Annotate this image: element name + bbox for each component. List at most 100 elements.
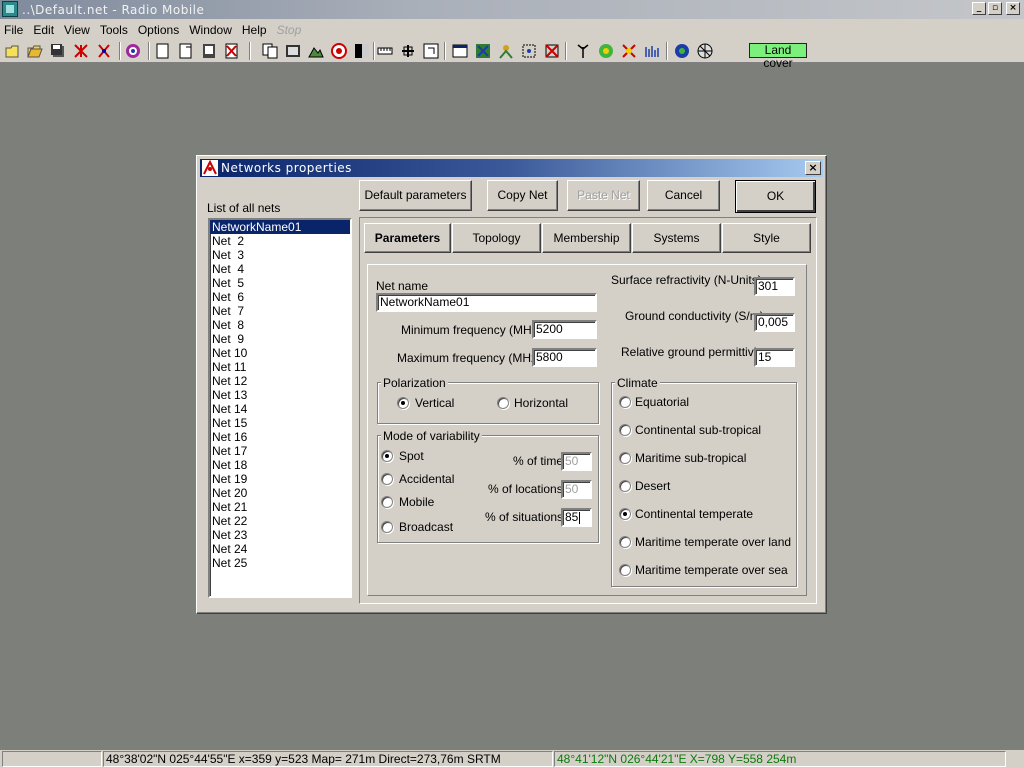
list-item[interactable]: Net 11 xyxy=(210,360,350,374)
print-icon[interactable] xyxy=(201,43,217,59)
route-icon[interactable] xyxy=(621,43,637,59)
window-icon[interactable] xyxy=(452,43,468,59)
variability-spot-radio[interactable] xyxy=(381,450,393,462)
map-properties-icon[interactable] xyxy=(178,43,194,59)
radio-link-icon[interactable] xyxy=(475,43,491,59)
ruler-icon[interactable] xyxy=(377,43,393,59)
close-button[interactable]: × xyxy=(1006,2,1020,15)
climate-radio[interactable] xyxy=(619,480,631,492)
list-item[interactable]: Net 3 xyxy=(210,248,350,262)
surface-refractivity-field[interactable]: 301 xyxy=(754,277,795,296)
cancel-button[interactable]: Cancel xyxy=(647,180,720,211)
menu-stop: Stop xyxy=(276,22,302,37)
tab-systems[interactable]: Systems xyxy=(632,223,721,253)
ground-conductivity-field[interactable]: 0,005 xyxy=(754,313,795,332)
dialog-close-button[interactable]: × xyxy=(805,161,821,175)
list-item[interactable]: Net 13 xyxy=(210,388,350,402)
tab-style[interactable]: Style xyxy=(722,223,811,253)
internet-icon[interactable] xyxy=(697,43,713,59)
globe-icon[interactable] xyxy=(125,43,141,59)
units-icon[interactable] xyxy=(96,43,112,59)
cartesian-coverage-icon[interactable] xyxy=(544,43,560,59)
climate-radio[interactable] xyxy=(619,508,631,520)
climate-radio[interactable] xyxy=(619,564,631,576)
list-item[interactable]: Net 19 xyxy=(210,472,350,486)
list-item[interactable]: Net 8 xyxy=(210,318,350,332)
list-item[interactable]: Net 6 xyxy=(210,290,350,304)
tab-parameters[interactable]: Parameters xyxy=(364,223,451,253)
list-item[interactable]: Net 20 xyxy=(210,486,350,500)
polarization-vertical-radio[interactable] xyxy=(397,397,409,409)
variability-accidental-radio[interactable] xyxy=(381,473,393,485)
elevation-icon[interactable] xyxy=(308,43,324,59)
list-item[interactable]: Net 9 xyxy=(210,332,350,346)
list-item[interactable]: Net 15 xyxy=(210,416,350,430)
status-bar: 48°38'02"N 025°44'55"E x=359 y=523 Map= … xyxy=(0,750,1024,768)
list-item[interactable]: Net 16 xyxy=(210,430,350,444)
copy-net-button[interactable]: Copy Net xyxy=(487,180,558,211)
clear-map-icon[interactable] xyxy=(224,43,240,59)
list-item[interactable]: Net 24 xyxy=(210,542,350,556)
net-name-field[interactable]: NetworkName01 xyxy=(376,293,597,312)
list-item[interactable]: Net 14 xyxy=(210,402,350,416)
ground-permittivity-field[interactable]: 15 xyxy=(754,348,795,367)
tab-topology[interactable]: Topology xyxy=(452,223,541,253)
menu-tools[interactable]: Tools xyxy=(95,23,133,37)
merge-icon[interactable] xyxy=(400,43,416,59)
histogram-icon[interactable] xyxy=(644,43,660,59)
min-frequency-field[interactable]: 5200 xyxy=(532,320,597,339)
antenna-icon[interactable] xyxy=(575,43,591,59)
polarization-label: Polarization xyxy=(381,376,448,390)
menu-help[interactable]: Help xyxy=(237,23,272,37)
network-icon[interactable] xyxy=(73,43,89,59)
land-cover-indicator[interactable]: Land cover xyxy=(749,43,807,70)
list-item[interactable]: Net 21 xyxy=(210,500,350,514)
list-item[interactable]: Net 5 xyxy=(210,276,350,290)
climate-radio[interactable] xyxy=(619,536,631,548)
new-file-icon[interactable] xyxy=(4,43,20,59)
list-item[interactable]: Net 25 xyxy=(210,556,350,570)
list-item[interactable]: Net 7 xyxy=(210,304,350,318)
default-parameters-button[interactable]: Default parameters xyxy=(359,180,472,211)
open-folder-icon[interactable] xyxy=(27,43,43,59)
target-icon[interactable] xyxy=(331,43,347,59)
copy-icon[interactable] xyxy=(262,43,278,59)
list-item[interactable]: Net 10 xyxy=(210,346,350,360)
polar-coverage-icon[interactable] xyxy=(521,43,537,59)
list-item[interactable]: NetworkName01 xyxy=(210,220,350,234)
list-item[interactable]: Net 17 xyxy=(210,444,350,458)
max-frequency-field[interactable]: 5800 xyxy=(532,348,597,367)
minimize-button[interactable]: _ xyxy=(972,2,986,15)
menu-view[interactable]: View xyxy=(59,23,95,37)
menu-options[interactable]: Options xyxy=(133,23,184,37)
list-item[interactable]: Net 4 xyxy=(210,262,350,276)
menu-file[interactable]: File xyxy=(0,23,28,37)
list-item[interactable]: Net 2 xyxy=(210,234,350,248)
world-icon[interactable] xyxy=(674,43,690,59)
climate-radio[interactable] xyxy=(619,452,631,464)
restore-button[interactable]: ▫ xyxy=(988,2,1002,15)
polarization-horizontal-radio[interactable] xyxy=(497,397,509,409)
list-item[interactable]: Net 18 xyxy=(210,458,350,472)
nets-list[interactable]: NetworkName01 Net 2 Net 3 Net 4 Net 5 Net 6 Ne… xyxy=(208,218,352,598)
network-icon xyxy=(202,160,218,176)
menu-window[interactable]: Window xyxy=(184,23,237,37)
variability-mobile-radio[interactable] xyxy=(381,496,393,508)
variability-broadcast-radio[interactable] xyxy=(381,521,393,533)
ok-button[interactable]: OK xyxy=(735,180,816,213)
picture-icon[interactable] xyxy=(285,43,301,59)
pct-situations-field[interactable]: 85 xyxy=(561,508,592,527)
list-item[interactable]: Net 23 xyxy=(210,528,350,542)
save-icon[interactable] xyxy=(50,43,66,59)
tab-membership[interactable]: Membership xyxy=(542,223,631,253)
climate-radio[interactable] xyxy=(619,396,631,408)
list-item[interactable]: Net 12 xyxy=(210,374,350,388)
visual-coverage-icon[interactable] xyxy=(498,43,514,59)
menu-edit[interactable]: Edit xyxy=(28,23,59,37)
list-item[interactable]: Net 22 xyxy=(210,514,350,528)
gradient-icon[interactable] xyxy=(354,43,370,59)
extract-icon[interactable] xyxy=(423,43,439,59)
find-icon[interactable] xyxy=(598,43,614,59)
map-icon[interactable] xyxy=(155,43,171,59)
climate-radio[interactable] xyxy=(619,424,631,436)
